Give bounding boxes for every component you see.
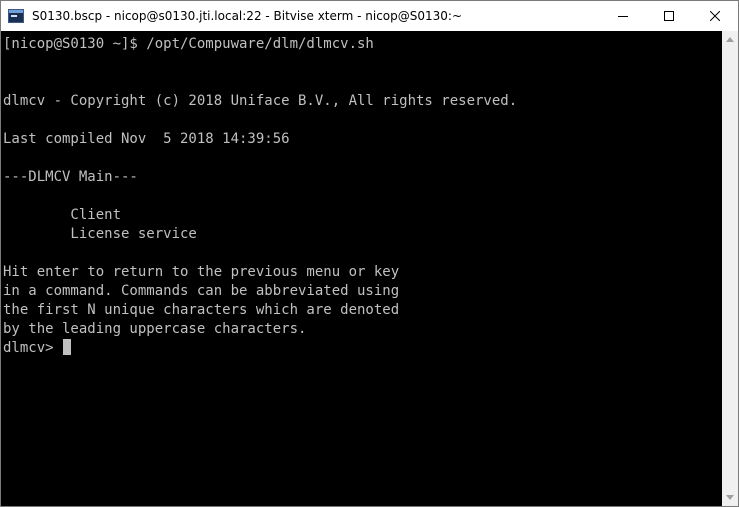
terminal-line: the first N unique characters which are … (3, 302, 400, 318)
terminal-line: Hit enter to return to the previous menu… (3, 264, 400, 280)
terminal-window: S0130.bscp - nicop@s0130.jti.local:22 - … (0, 0, 739, 507)
text-cursor (63, 339, 72, 355)
terminal-line: by the leading uppercase characters. (3, 321, 307, 337)
minimize-icon (618, 16, 628, 17)
prompt-line[interactable]: dlmcv> (3, 339, 517, 358)
close-button[interactable] (692, 1, 738, 31)
title-bar[interactable]: S0130.bscp - nicop@s0130.jti.local:22 - … (1, 1, 738, 31)
bitvise-terminal-icon[interactable] (8, 9, 24, 23)
terminal-line: Last compiled Nov 5 2018 14:39:56 (3, 131, 290, 147)
vertical-scrollbar[interactable] (722, 31, 738, 506)
scroll-down-arrow-icon[interactable] (726, 495, 734, 500)
terminal-line: ---DLMCV Main--- (3, 169, 138, 185)
scroll-up-arrow-icon[interactable] (726, 37, 734, 42)
menu-item-client: Client (3, 207, 122, 223)
command-prompt: dlmcv> (3, 340, 63, 356)
menu-item-license-service: License service (3, 226, 197, 242)
close-icon (710, 11, 720, 21)
window-controls (600, 1, 738, 31)
terminal-line: in a command. Commands can be abbreviate… (3, 283, 400, 299)
window-title: S0130.bscp - nicop@s0130.jti.local:22 - … (32, 9, 463, 23)
terminal-line: [nicop@S0130 ~]$ /opt/Compuware/dlm/dlmc… (3, 36, 374, 52)
minimize-button[interactable] (600, 1, 646, 31)
maximize-icon (664, 11, 674, 21)
maximize-button[interactable] (646, 1, 692, 31)
terminal-line: dlmcv - Copyright (c) 2018 Uniface B.V.,… (3, 93, 518, 109)
terminal-output[interactable]: [nicop@S0130 ~]$ /opt/Compuware/dlm/dlmc… (1, 31, 722, 506)
